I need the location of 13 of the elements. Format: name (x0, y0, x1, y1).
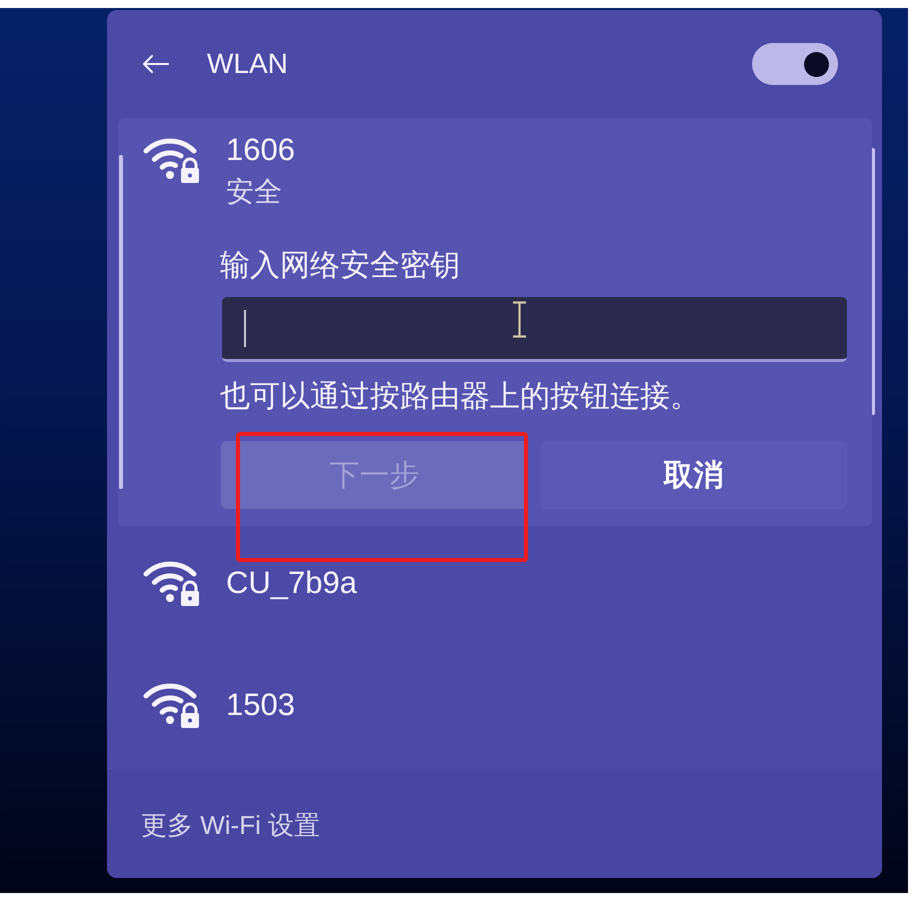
more-wifi-settings-link[interactable]: 更多 Wi-Fi 设置 (141, 808, 320, 842)
wifi-toggle[interactable] (752, 43, 838, 85)
password-field[interactable] (222, 297, 847, 362)
ibeam-pointer-icon (512, 301, 527, 338)
panel-title: WLAN (207, 47, 288, 81)
network-name[interactable]: 1503 (226, 688, 295, 722)
cancel-button[interactable]: 取消 (540, 441, 847, 509)
field-label: 输入网络安全密钥 (220, 248, 461, 284)
left-arrow-icon[interactable] (142, 54, 169, 74)
network-name: 1606 (226, 131, 295, 169)
hint-text: 也可以通过按路由器上的按钮连接。 (220, 379, 701, 415)
network-name[interactable]: CU_7b9a (226, 566, 357, 600)
security-status: 安全 (226, 175, 283, 209)
